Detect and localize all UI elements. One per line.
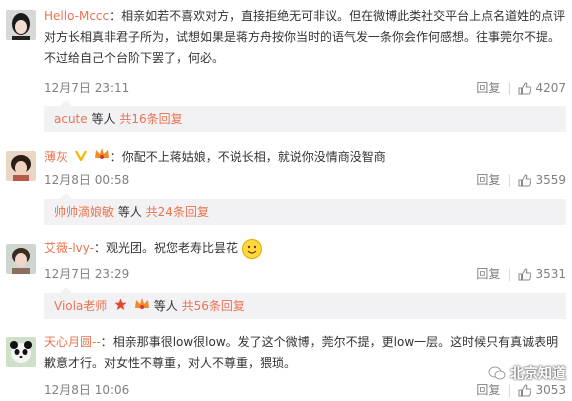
divider: |: [507, 172, 512, 187]
comment-text: 相亲那事很low很low。发了这个微博，莞尔不提，更low一层。这时候只有真诚表…: [112, 335, 559, 349]
comment-text: 不过给自己个台阶下罢了，何必。: [44, 51, 225, 65]
view-replies-link[interactable]: 共56条回复: [182, 299, 245, 313]
star-badge-icon: [114, 294, 127, 320]
vip-crown-icon: [94, 147, 110, 168]
reply-username[interactable]: Viola老师: [54, 299, 107, 313]
comment-actions: 回复 | 3053: [476, 381, 566, 398]
thumbs-up-icon: [518, 173, 532, 186]
comment-text: 相亲如若不喜欢对方，直接拒绝无可非议。但在微博此类社交平台上点名道姓的点评: [121, 9, 566, 23]
reply-summary[interactable]: acute 等人 共16条回复: [44, 100, 566, 132]
wechat-logo-icon: [488, 366, 506, 380]
like-button[interactable]: 3531: [518, 267, 566, 281]
thumbs-up-icon: [518, 267, 532, 280]
reply-suffix: 等人: [114, 205, 142, 219]
divider: |: [507, 382, 512, 397]
reply-summary[interactable]: Viola老师 等人 共56条回复: [44, 287, 566, 320]
reply-button[interactable]: 回复: [476, 79, 500, 96]
smile-emoji-icon: [241, 238, 262, 259]
reply-username[interactable]: acute: [54, 112, 88, 126]
reply-button[interactable]: 回复: [476, 265, 500, 282]
username[interactable]: Hello-Mccc: [44, 9, 109, 23]
comment-actions: 回复 | 3531: [476, 265, 566, 282]
like-button[interactable]: 4207: [518, 81, 566, 95]
like-count: 3531: [535, 266, 566, 281]
timestamp: 12月8日 10:06: [44, 383, 130, 397]
reply-username[interactable]: 帅帅滴娘敏: [54, 205, 114, 219]
avatar[interactable]: [6, 244, 36, 274]
divider: |: [507, 80, 512, 95]
divider: |: [507, 266, 512, 281]
like-button[interactable]: 3559: [518, 173, 566, 187]
like-count: 3053: [535, 382, 566, 397]
separator: ：: [100, 335, 113, 349]
avatar[interactable]: [6, 337, 36, 367]
thumbs-up-icon: [518, 81, 532, 94]
view-replies-link[interactable]: 共24条回复: [146, 205, 209, 219]
comment-text: 你配不上蒋姑娘，不说长相，就说你没情商没智商: [121, 150, 386, 164]
like-button[interactable]: 3053: [518, 383, 566, 397]
avatar[interactable]: [6, 151, 36, 181]
reply-suffix: 等人: [149, 299, 178, 313]
separator: ：: [94, 241, 107, 255]
separator: ：: [109, 150, 122, 164]
like-count: 3559: [535, 172, 566, 187]
timestamp: 12月7日 23:29: [44, 267, 130, 281]
reply-button[interactable]: 回复: [476, 381, 500, 398]
verified-v-icon: [74, 147, 87, 168]
like-count: 4207: [535, 80, 566, 95]
thumbs-up-icon: [518, 383, 532, 396]
vip-crown-icon: [134, 294, 150, 320]
comment-actions: 回复 | 3559: [476, 171, 566, 188]
comment-actions: 回复 | 4207: [476, 79, 566, 96]
reply-button[interactable]: 回复: [476, 171, 500, 188]
username[interactable]: 艾薇-lvy-: [44, 241, 94, 255]
reply-suffix: 等人: [87, 112, 116, 126]
reply-summary[interactable]: 帅帅滴娘敏 等人 共24条回复: [44, 193, 566, 225]
comment-text: 对方长相真非君子所为，试想如果是蒋方舟按你当时的语气发一条你会作何感想。往事莞尔…: [44, 30, 561, 44]
username[interactable]: 天心月圆--: [44, 335, 101, 349]
watermark: 北京知道: [488, 363, 566, 383]
username[interactable]: 薄灰: [44, 150, 68, 164]
timestamp: 12月7日 23:11: [44, 81, 130, 95]
watermark-text: 北京知道: [510, 366, 566, 382]
avatar[interactable]: [6, 10, 36, 40]
timestamp: 12月8日 00:58: [44, 173, 130, 187]
view-replies-link[interactable]: 共16条回复: [119, 112, 182, 126]
comment-text: 观光团。祝您老寿比昙花: [106, 241, 239, 255]
separator: ：: [109, 9, 122, 23]
